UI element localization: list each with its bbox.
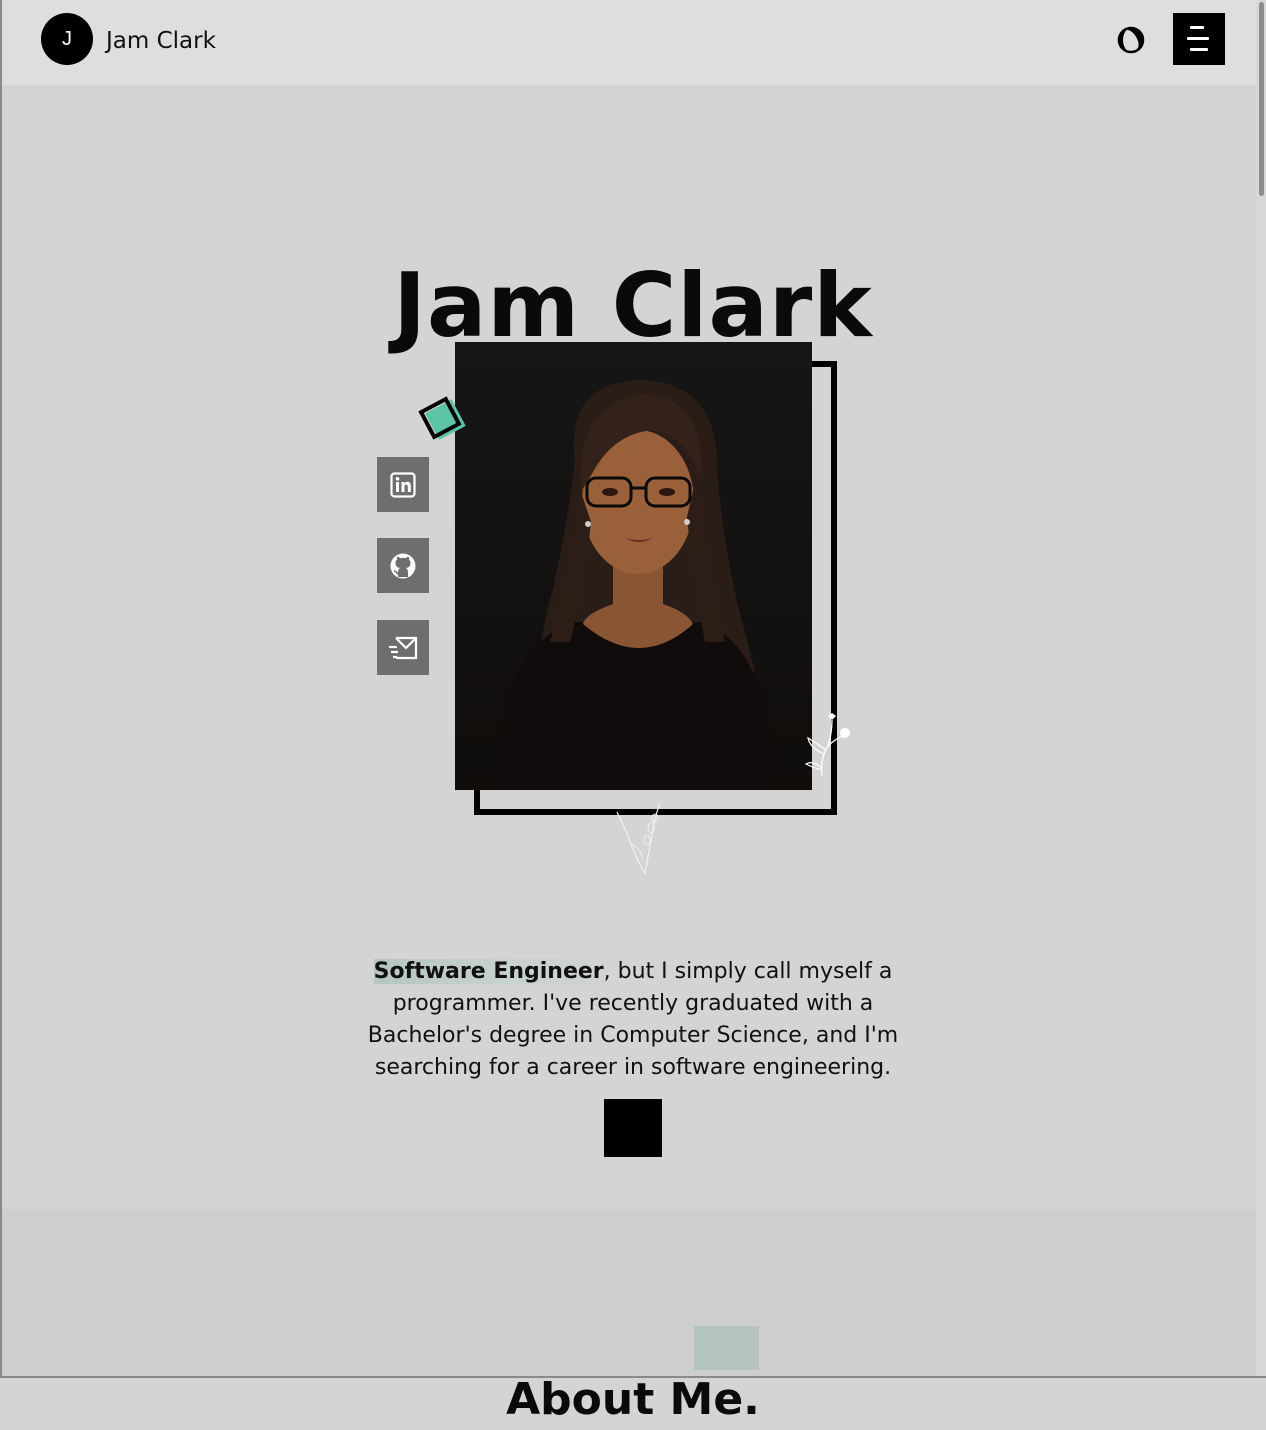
hamburger-line [1187, 37, 1209, 40]
linkedin-button[interactable] [377, 457, 429, 512]
role-highlight: Software Engineer [373, 959, 604, 984]
brand-avatar[interactable]: J [41, 13, 93, 65]
accent-diamond-shape [418, 396, 466, 440]
about-title: About Me. [506, 1373, 760, 1425]
menu-button[interactable] [1173, 13, 1225, 65]
scroll-down-button[interactable] [604, 1099, 662, 1157]
branch-doodle-icon [616, 803, 661, 875]
half-moon-icon [1117, 26, 1145, 54]
window-border-left [0, 0, 2, 1378]
navbar: J Jam Clark [0, 0, 1266, 85]
hamburger-line [1190, 48, 1208, 51]
linkedin-icon [390, 471, 416, 498]
flower-doodle-icon [804, 713, 850, 777]
intro-paragraph: Software Engineer, but I simply call mys… [360, 956, 906, 1084]
github-icon [390, 553, 416, 578]
email-button[interactable] [377, 620, 429, 675]
hamburger-menu-icon [1190, 26, 1204, 29]
brand-name[interactable]: Jam Clark [106, 27, 216, 55]
portrait-image [455, 342, 812, 790]
github-button[interactable] [377, 538, 429, 593]
about-title-highlight [694, 1326, 759, 1370]
scrollbar-thumb[interactable] [1259, 2, 1264, 196]
theme-toggle-button[interactable] [1116, 25, 1146, 55]
scrollbar[interactable] [1256, 0, 1266, 1378]
mail-icon [389, 636, 418, 659]
about-section: About Me. [0, 1209, 1266, 1425]
